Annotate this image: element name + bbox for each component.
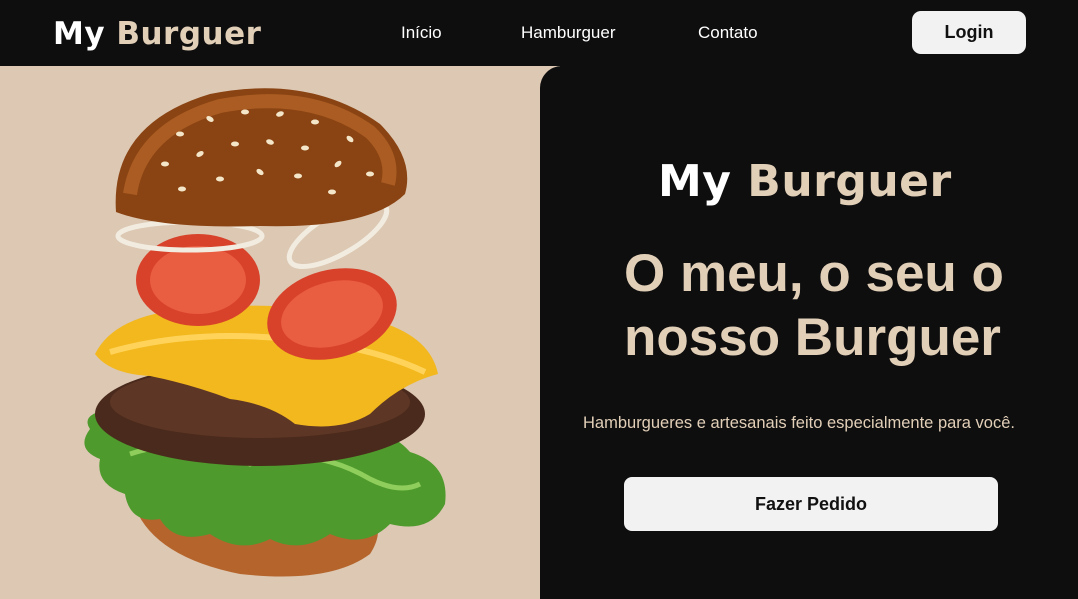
hero-headline: O meu, o seu o nosso Burguer bbox=[624, 244, 1004, 367]
hero-subtitle: Hamburgueres e artesanais feito especial… bbox=[583, 414, 1015, 432]
hero-logo: My Burguer bbox=[658, 156, 952, 208]
burger-image-panel bbox=[0, 66, 560, 599]
nav-link-hamburguer[interactable]: Hamburguer bbox=[521, 22, 616, 44]
hero-section: My Burguer O meu, o seu o nosso Burguer … bbox=[540, 66, 1078, 599]
top-bun-shape bbox=[115, 88, 408, 227]
hero-logo-word-my: My bbox=[658, 156, 732, 207]
logo-word-my: My bbox=[53, 16, 106, 52]
order-button[interactable]: Fazer Pedido bbox=[624, 477, 998, 531]
burger-image bbox=[84, 88, 446, 577]
login-button[interactable]: Login bbox=[912, 11, 1026, 54]
nav-link-contato[interactable]: Contato bbox=[698, 22, 758, 44]
nav-link-inicio[interactable]: Início bbox=[401, 22, 442, 44]
brand-logo[interactable]: My Burguer bbox=[53, 14, 261, 54]
logo-word-burguer: Burguer bbox=[116, 16, 262, 52]
hero-logo-word-burguer: Burguer bbox=[747, 156, 952, 207]
navbar: My Burguer Início Hamburguer Contato Log… bbox=[0, 0, 1078, 66]
